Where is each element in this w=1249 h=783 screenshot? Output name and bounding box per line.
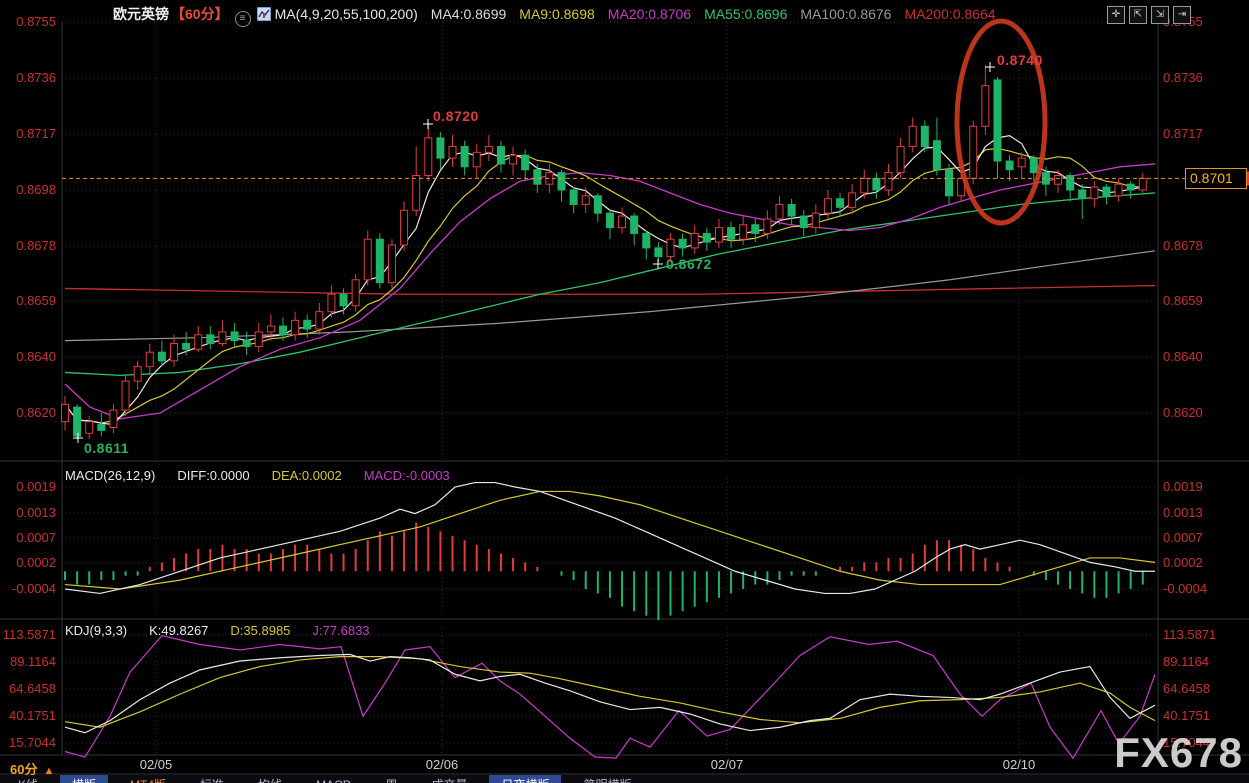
ma-value-label: MA55:0.8696 bbox=[704, 6, 787, 22]
ma-value-label: MA9:0.8698 bbox=[519, 6, 595, 22]
bottom-tab[interactable]: MACD bbox=[304, 777, 363, 783]
ma-settings-label: MA(4,9,20,55,100,200) bbox=[275, 6, 418, 22]
bottom-tab[interactable]: K线 bbox=[6, 775, 50, 783]
macd-value-label: MACD:-0.0003 bbox=[364, 468, 450, 483]
kdj-title: KDJ(9,3,3) bbox=[65, 623, 127, 638]
pan-crosshair-icon[interactable]: ✛ bbox=[1107, 6, 1125, 24]
bottom-tab[interactable]: MT4版 bbox=[118, 775, 178, 783]
macd-value-label: DEA:0.0002 bbox=[272, 468, 342, 483]
kdj-layer bbox=[65, 636, 1155, 758]
symbol-title: 欧元英镑 bbox=[113, 6, 169, 22]
axis-shift-icon[interactable]: ⇥ bbox=[1173, 6, 1191, 24]
indicator-menu-circle-icon[interactable]: ≡ bbox=[235, 11, 251, 27]
ma-value-label: MA4:0.8699 bbox=[431, 6, 507, 22]
bottom-tab[interactable]: 横版 bbox=[60, 775, 108, 783]
macd-title: MACD(26,12,9) bbox=[65, 468, 155, 483]
bottom-tab-strip: K线 横版 MT4版 标准 均线 MACD 周 成交量 日夜横版 简明横版 bbox=[0, 775, 1249, 783]
kdj-header: KDJ(9,3,3) K:49.8267 D:35.8985 J:77.6833 bbox=[65, 623, 394, 638]
ma-value-label: MA100:0.8676 bbox=[800, 6, 891, 22]
period-label[interactable]: 【60分】 bbox=[171, 6, 229, 22]
current-price-value: 0.8701 bbox=[1190, 170, 1233, 186]
ma-values: MA4:0.8699 MA9:0.8698 MA20:0.8706 MA55:0.86… bbox=[418, 6, 996, 22]
kdj-value-label: K:49.8267 bbox=[149, 623, 208, 638]
bottom-tab[interactable]: 周 bbox=[373, 775, 409, 783]
bottom-tab[interactable]: 成交量 bbox=[419, 775, 479, 783]
kdj-value-label: D:35.8985 bbox=[230, 623, 290, 638]
macd-header: MACD(26,12,9) DIFF:0.0000 DEA:0.0002 MACD:-… bbox=[65, 468, 474, 483]
bottom-tab[interactable]: 标准 bbox=[188, 775, 236, 783]
axis-zoom-left-icon[interactable]: ⇱ bbox=[1129, 6, 1147, 24]
ma-value-label: MA20:0.8706 bbox=[608, 6, 691, 22]
price-chart-canvas[interactable] bbox=[0, 0, 1249, 783]
candlestick-mini-icon[interactable] bbox=[257, 7, 271, 21]
bottom-tab[interactable]: 日夜横版 bbox=[489, 775, 561, 783]
current-price-tag: 0.8701 bbox=[1185, 168, 1247, 189]
ma-lines-layer bbox=[65, 136, 1155, 425]
bottom-tab[interactable]: 均线 bbox=[246, 775, 294, 783]
trading-app: { "header": { "symbol": "欧元英镑", "period"… bbox=[0, 0, 1249, 783]
chart-header: 欧元英镑【60分】≡MA(4,9,20,55,100,200)MA4:0.869… bbox=[113, 4, 996, 27]
grid-layer bbox=[0, 22, 1249, 774]
annotation-layer bbox=[73, 21, 1045, 443]
axis-zoom-right-icon[interactable]: ⇲ bbox=[1151, 6, 1169, 24]
macd-layer bbox=[65, 483, 1155, 620]
candles-layer bbox=[62, 65, 1147, 439]
fx678-watermark: FX678 bbox=[1114, 729, 1243, 777]
bottom-tab[interactable]: 简明横版 bbox=[571, 775, 643, 783]
kdj-value-label: J:77.6833 bbox=[312, 623, 369, 638]
ma-value-label: MA200:0.8664 bbox=[904, 6, 995, 22]
header-toolbar: ✛⇱⇲⇥ bbox=[1103, 4, 1191, 24]
macd-value-label: DIFF:0.0000 bbox=[177, 468, 249, 483]
